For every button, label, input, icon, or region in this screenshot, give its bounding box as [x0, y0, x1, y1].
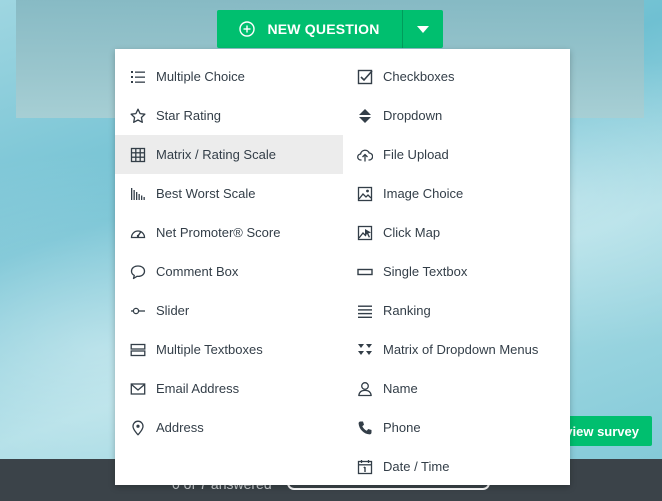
menu-item-image-choice[interactable]: Image Choice [343, 174, 570, 213]
menu-item-name[interactable]: Name [343, 369, 570, 408]
menu-item-file-upload[interactable]: File Upload [343, 135, 570, 174]
menu-item-dropdown[interactable]: Dropdown [343, 96, 570, 135]
gauge-icon [130, 225, 146, 241]
menu-item-label: Slider [156, 303, 190, 318]
textbox-icon [357, 264, 373, 280]
menu-item-slider[interactable]: Slider [115, 291, 343, 330]
click-map-icon [357, 225, 373, 241]
menu-item-star-rating[interactable]: Star Rating [115, 96, 343, 135]
menu-item-label: Checkboxes [383, 69, 455, 84]
menu-item-label: Net Promoter® Score [156, 225, 281, 240]
menu-item-label: Click Map [383, 225, 441, 240]
menu-item-label: File Upload [383, 147, 449, 162]
plus-circle-icon [239, 21, 256, 37]
menu-item-checkboxes[interactable]: Checkboxes [343, 57, 570, 96]
menu-item-label: Matrix of Dropdown Menus [383, 342, 539, 357]
menu-item-date-time[interactable]: Date / Time [343, 447, 570, 486]
menu-item-label: Best Worst Scale [156, 186, 256, 201]
new-question-button[interactable]: NEW QUESTION [217, 10, 402, 48]
list-icon [130, 69, 146, 85]
menu-item-matrix-rating-scale[interactable]: Matrix / Rating Scale [115, 135, 343, 174]
star-icon [130, 108, 146, 124]
calendar-icon [357, 459, 373, 475]
menu-item-matrix-of-dropdown-menus[interactable]: Matrix of Dropdown Menus [343, 330, 570, 369]
menu-item-label: Comment Box [156, 264, 239, 279]
menu-item-multiple-choice[interactable]: Multiple Choice [115, 57, 343, 96]
dropdown-icon [357, 108, 373, 124]
question-type-menu: Multiple Choice Checkboxes Star Rating D… [115, 49, 570, 485]
image-icon [357, 186, 373, 202]
menu-item-label: Ranking [383, 303, 431, 318]
new-question-split-button: NEW QUESTION [217, 10, 443, 48]
menu-item-label: Date / Time [383, 459, 450, 474]
menu-item-net-promoter-score[interactable]: Net Promoter® Score [115, 213, 343, 252]
menu-item-label: Address [156, 420, 204, 435]
ranking-icon [357, 303, 373, 319]
menu-item-phone[interactable]: Phone [343, 408, 570, 447]
textboxes-icon [130, 342, 146, 358]
checkbox-icon [357, 69, 373, 85]
menu-item-label: Image Choice [383, 186, 464, 201]
menu-item-single-textbox[interactable]: Single Textbox [343, 252, 570, 291]
person-icon [357, 381, 373, 397]
menu-item-label: Matrix / Rating Scale [156, 147, 276, 162]
caret-down-icon [417, 25, 429, 33]
menu-item-label: Name [383, 381, 418, 396]
matrix-dropdown-icon [357, 342, 373, 358]
envelope-icon [130, 381, 146, 397]
cloud-upload-icon [357, 147, 373, 163]
speech-bubble-icon [130, 264, 146, 280]
menu-item-label: Multiple Choice [156, 69, 245, 84]
grid-icon [130, 147, 146, 163]
menu-item-label: Multiple Textboxes [156, 342, 263, 357]
menu-item-label: Star Rating [156, 108, 222, 123]
preview-label: view survey [565, 423, 639, 439]
bars-icon [130, 186, 146, 202]
menu-item-label: Dropdown [383, 108, 443, 123]
slider-icon [130, 303, 146, 319]
menu-item-comment-box[interactable]: Comment Box [115, 252, 343, 291]
phone-icon [357, 420, 373, 436]
menu-item-ranking[interactable]: Ranking [343, 291, 570, 330]
new-question-dropdown-toggle[interactable] [403, 10, 443, 48]
menu-item-label: Email Address [156, 381, 240, 396]
new-question-label: NEW QUESTION [267, 21, 380, 37]
map-pin-icon [130, 420, 146, 436]
menu-item-click-map[interactable]: Click Map [343, 213, 570, 252]
menu-item-label: Single Textbox [383, 264, 468, 279]
menu-item-label: Phone [383, 420, 421, 435]
menu-item-multiple-textboxes[interactable]: Multiple Textboxes [115, 330, 343, 369]
menu-item-best-worst-scale[interactable]: Best Worst Scale [115, 174, 343, 213]
menu-item-address[interactable]: Address [115, 408, 343, 447]
menu-item-email-address[interactable]: Email Address [115, 369, 343, 408]
menu-item-empty [115, 447, 343, 486]
